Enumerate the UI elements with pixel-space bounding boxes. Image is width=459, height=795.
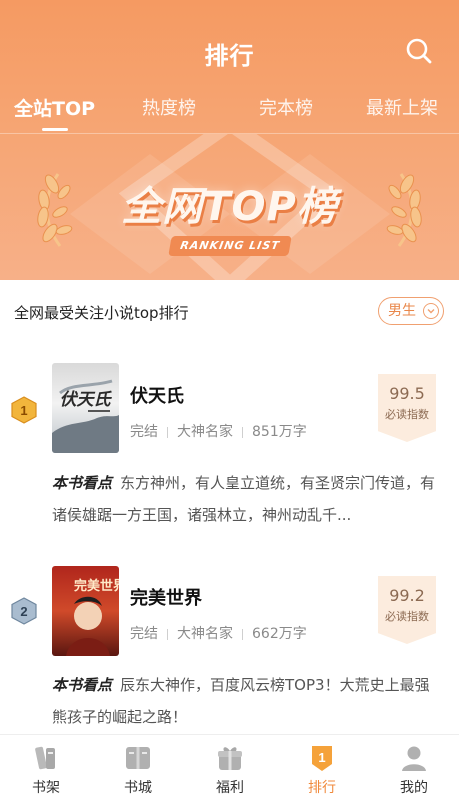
highlight-label: 本书看点: [52, 474, 113, 492]
book-meta: 完结 大神名家 662万字: [130, 623, 307, 643]
book-highlight: 本书看点 东方神州，有人皇立道统，有圣贤宗门传道，有诸侯雄踞一方王国，诸强林立，神…: [52, 467, 444, 531]
page-title: 排行: [204, 42, 255, 70]
banner-title: 全网TOP榜: [121, 184, 338, 230]
meta-divider: [242, 426, 243, 438]
list-subtitle: 全网最受关注小说top排行: [14, 304, 189, 322]
tab-site-top[interactable]: 全站TOP: [14, 94, 95, 121]
list-item[interactable]: 1 伏天氏 伏天氏 完结 大神名家 851万字 99.5 必读指数 本书看点 东方神州…: [0, 362, 459, 532]
rank-number: 1: [20, 403, 27, 418]
gift-icon: [218, 747, 242, 770]
score-label: 必读指数: [385, 408, 429, 421]
ranking-icon: 1: [312, 746, 332, 771]
book-cover[interactable]: 完美世界: [52, 566, 119, 656]
nav-welfare[interactable]: 福利: [184, 735, 276, 795]
book-word-count: 851万字: [252, 424, 307, 440]
book-cover[interactable]: 伏天氏: [52, 363, 119, 453]
gender-filter-label: 男生: [388, 303, 416, 319]
cover-title: 伏天氏: [60, 390, 113, 409]
nav-label: 书城: [124, 780, 152, 795]
search-icon[interactable]: [405, 37, 433, 65]
active-tab-indicator: [42, 128, 68, 131]
meta-divider: [242, 628, 243, 640]
svg-text:1: 1: [318, 750, 325, 765]
book-status: 完结: [130, 626, 158, 642]
nav-label: 我的: [400, 780, 428, 795]
book-author: 大神名家: [177, 424, 233, 440]
book-title[interactable]: 伏天氏: [130, 382, 184, 408]
book-title[interactable]: 完美世界: [130, 584, 202, 610]
score-value: 99.5: [389, 384, 425, 403]
nav-bookstore[interactable]: 书城: [92, 735, 184, 795]
rank-number: 2: [20, 604, 27, 619]
highlight-label: 本书看点: [52, 676, 113, 694]
nav-label: 书架: [32, 780, 60, 795]
profile-icon: [402, 746, 426, 771]
chevron-down-icon: [423, 303, 439, 319]
nav-bookshelf[interactable]: 书架: [0, 735, 92, 795]
score-value: 99.2: [389, 586, 425, 605]
nav-profile[interactable]: 我的: [368, 735, 459, 795]
book-word-count: 662万字: [252, 626, 307, 642]
cover-art: 伏天氏: [52, 379, 119, 453]
banner-subtitle: RANKING LIST: [168, 236, 292, 256]
score-badge: 99.2 必读指数: [378, 576, 436, 644]
bottom-nav: 书架 书城 福利 1 排行 我的: [0, 734, 459, 795]
rank-tabs: 全站TOP 热度榜 完本榜 最新上架: [0, 94, 459, 131]
rank-badge-silver: 2: [11, 597, 37, 625]
book-meta: 完结 大神名家 851万字: [130, 421, 307, 441]
score-badge: 99.5 必读指数: [378, 374, 436, 442]
book-status: 完结: [130, 424, 158, 440]
meta-divider: [167, 426, 168, 438]
ranking-banner: 全网TOP榜 RANKING LIST: [0, 134, 459, 280]
score-label: 必读指数: [385, 610, 429, 623]
list-item[interactable]: 2 完美世界 完美世界 完结 大神名家 662万字 99.2 必读指数 本书看点辰东…: [0, 564, 459, 734]
bookshelf-icon: [35, 746, 55, 770]
nav-label: 福利: [216, 780, 244, 795]
gender-filter-button[interactable]: 男生: [378, 297, 444, 325]
tab-hot[interactable]: 热度榜: [142, 94, 196, 120]
rank-badge-gold: 1: [11, 396, 37, 424]
cover-art: 完美世界: [66, 578, 119, 656]
cover-title: 完美世界: [74, 578, 119, 593]
meta-divider: [167, 628, 168, 640]
nav-ranking[interactable]: 1 排行: [276, 735, 368, 795]
tab-new-release[interactable]: 最新上架: [366, 94, 438, 120]
tab-completed[interactable]: 完本榜: [259, 94, 313, 120]
book-highlight: 本书看点 辰东大神作，百度风云榜TOP3！大荒史上最强熊孩子的崛起之路！: [52, 669, 444, 733]
list-header: 全网最受关注小说top排行 男生: [0, 280, 459, 340]
book-author: 大神名家: [177, 626, 233, 642]
header-area: 排行 全站TOP 热度榜 完本榜 最新上架 全网TOP榜 RANKING LIS…: [0, 0, 459, 280]
nav-label: 排行: [308, 780, 336, 795]
book-store-icon: [126, 747, 150, 769]
